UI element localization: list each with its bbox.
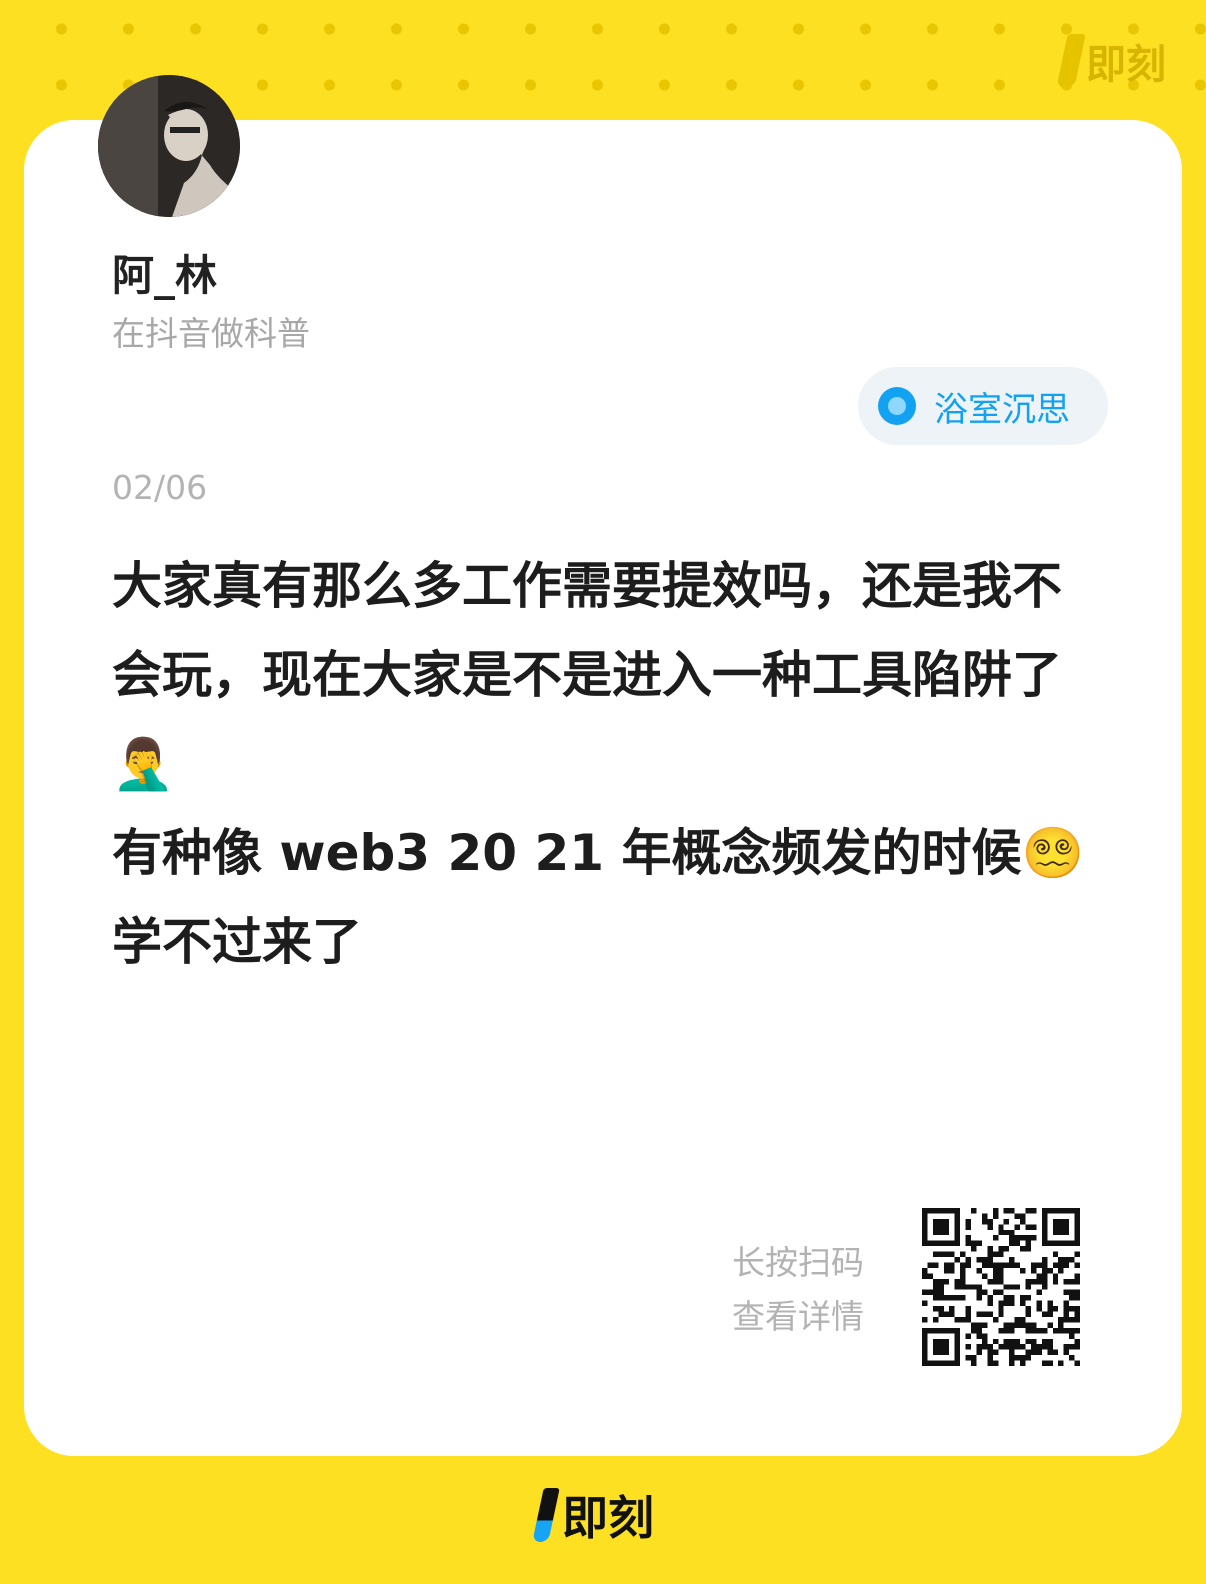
jike-logo-top: 即刻 [1056,32,1166,90]
post-date: 02/06 [112,468,208,507]
topic-label: 浴室沉思 [934,389,1070,430]
avatar-portrait-icon [98,75,240,217]
jike-logo-bottom: 即刻 [532,1482,654,1548]
scan-hint-line1: 长按扫码 [732,1243,864,1282]
jike-j-icon-bottom [532,1488,560,1542]
jike-logo-text: 即刻 [1086,42,1166,88]
jike-logo-text-bottom: 即刻 [562,1491,654,1545]
scan-hint-line2: 查看详情 [732,1297,864,1336]
topic-tag[interactable]: 浴室沉思 [858,367,1108,445]
post-content: 大家真有那么多工作需要提效吗，还是我不会玩，现在大家是不是进入一种工具陷阱了🤦‍… [112,557,1084,971]
scan-hint: 长按扫码 查看详情 [732,1236,864,1344]
author-bio: 在抖音做科普 [112,314,310,353]
qr-code-icon[interactable] [922,1208,1080,1366]
avatar[interactable] [98,75,240,217]
author-name[interactable]: 阿_林 [112,242,217,303]
topic-circle-icon [878,387,916,425]
